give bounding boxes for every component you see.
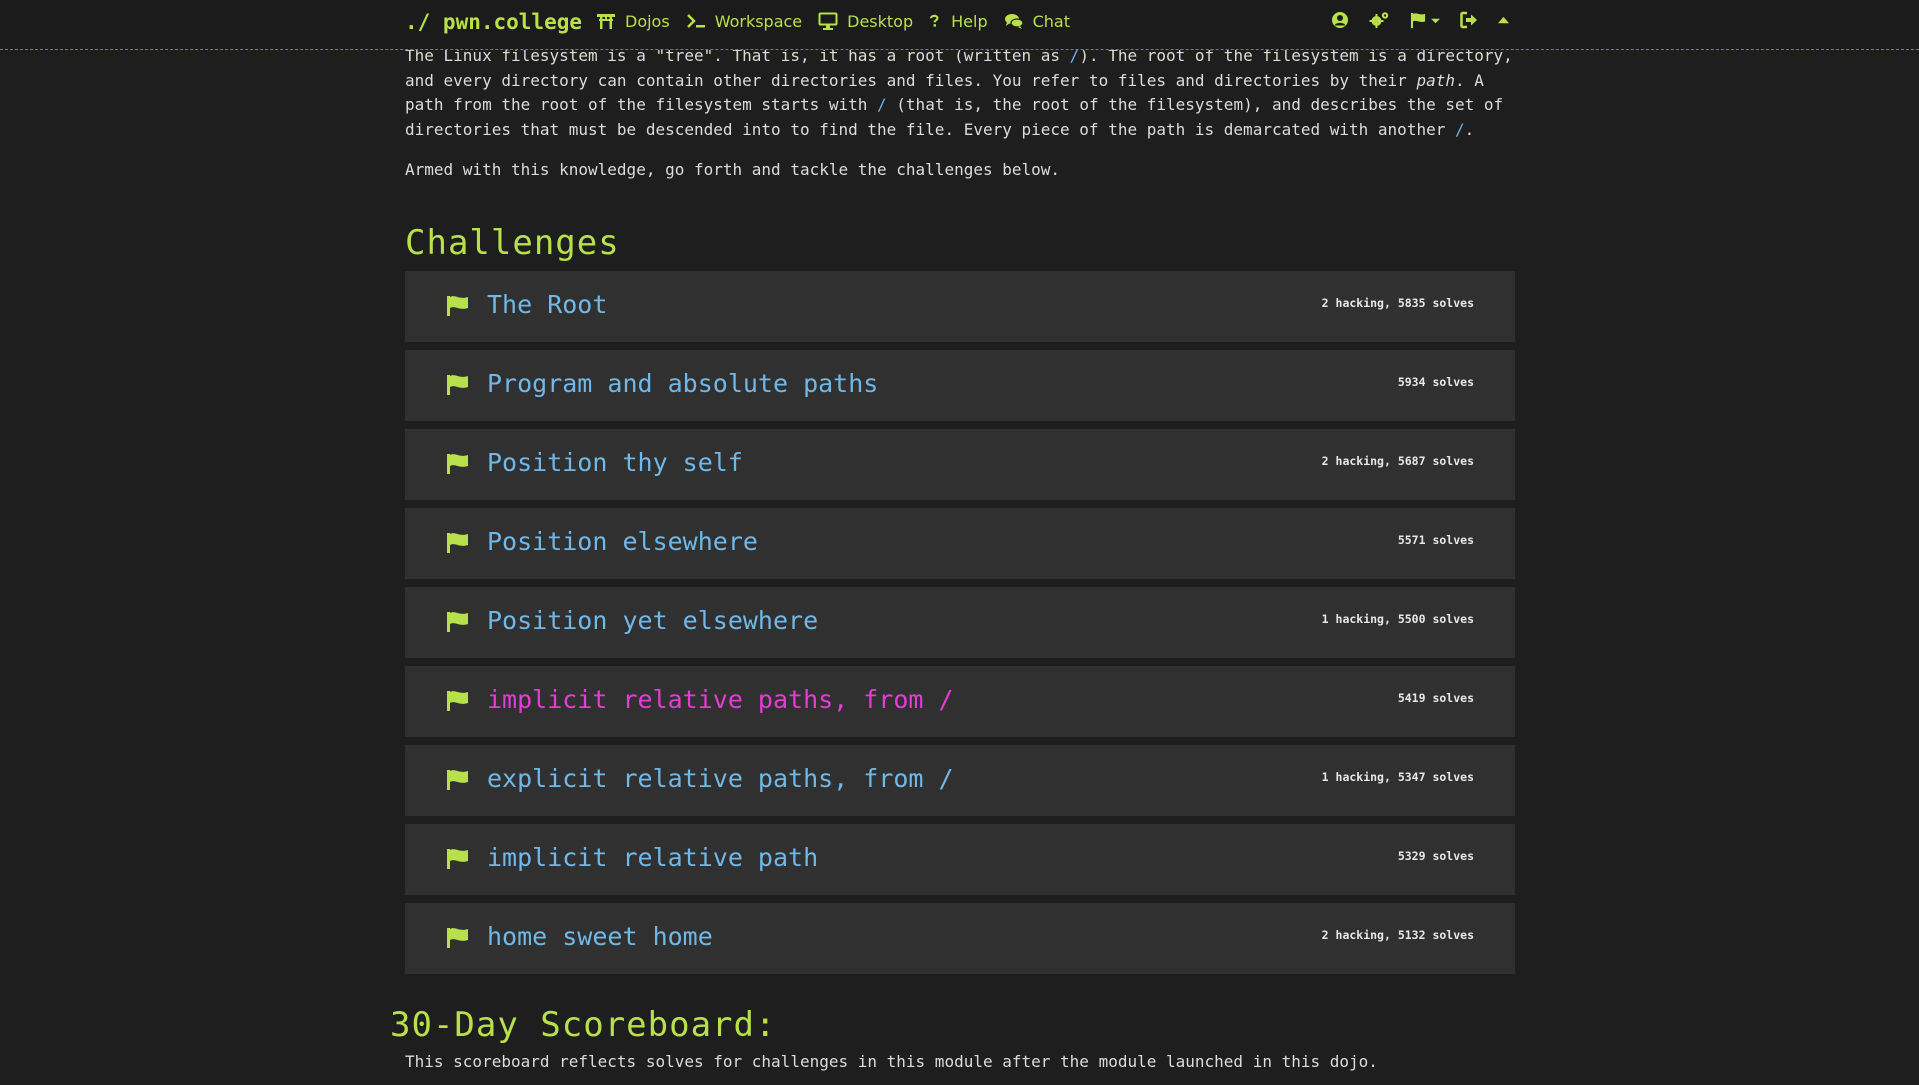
nav-chat[interactable]: Chat	[1004, 11, 1070, 31]
flag-icon	[447, 691, 468, 711]
challenge-title[interactable]: home sweet home	[487, 922, 713, 951]
challenge-row[interactable]: Program and absolute paths 5934 solves	[405, 350, 1515, 421]
challenge-title[interactable]: Position elsewhere	[487, 527, 758, 556]
nav-help-label: Help	[951, 11, 988, 31]
caret-up-icon[interactable]	[1498, 15, 1509, 26]
challenges-heading: Challenges	[405, 223, 620, 263]
challenge-stats: 2 hacking, 5687 solves	[1321, 454, 1474, 468]
question-icon	[930, 14, 939, 27]
flag-dropdown-icon	[1410, 12, 1426, 28]
flag-dropdown[interactable]	[1410, 12, 1440, 29]
challenge-stats: 1 hacking, 5500 solves	[1321, 612, 1474, 626]
challenge-row[interactable]: home sweet home 2 hacking, 5132 solves	[405, 903, 1515, 974]
desktop-icon	[818, 12, 838, 30]
nav-links: Dojos Workspace Desktop Help Chat	[596, 11, 1086, 31]
settings-icon[interactable]	[1369, 11, 1390, 29]
scoreboard-heading: 30-Day Scoreboard:	[390, 1005, 777, 1045]
challenge-title[interactable]: Position thy self	[487, 448, 743, 477]
intro-code-slash: /	[877, 95, 887, 115]
challenge-title[interactable]: explicit relative paths, from /	[487, 764, 954, 793]
scoreboard-description: This scoreboard reflects solves for chal…	[405, 1052, 1378, 1071]
challenge-title[interactable]: implicit relative path	[487, 843, 818, 872]
logout-icon[interactable]	[1460, 11, 1478, 29]
challenge-row[interactable]: implicit relative path 5329 solves	[405, 824, 1515, 895]
flag-icon	[447, 296, 468, 316]
nav-dojos-label: Dojos	[625, 11, 670, 31]
user-circle-icon[interactable]	[1331, 11, 1349, 29]
nav-right-icons	[1331, 11, 1529, 29]
challenge-title[interactable]: Position yet elsewhere	[487, 606, 818, 635]
intro-code-slash-2: /	[1454, 119, 1465, 139]
challenge-row[interactable]: The Root 2 hacking, 5835 solves	[405, 271, 1515, 342]
challenge-stats: 2 hacking, 5835 solves	[1321, 296, 1474, 310]
challenge-row[interactable]: Position yet elsewhere 1 hacking, 5500 so…	[405, 587, 1515, 658]
intro-paragraph-1: The Linux filesystem is a "tree". That i…	[405, 44, 1515, 142]
challenge-stats: 2 hacking, 5132 solves	[1321, 928, 1474, 942]
flag-icon	[447, 770, 468, 790]
caret-down-icon	[1431, 18, 1440, 23]
challenge-list: The Root 2 hacking, 5835 solves Program an…	[405, 271, 1515, 982]
terminal-icon	[686, 14, 705, 28]
challenge-stats: 5419 solves	[1397, 691, 1474, 705]
main-content: The Linux filesystem is a "tree". That i…	[405, 44, 1515, 974]
torii-gate-icon	[597, 14, 615, 29]
nav-dojos[interactable]: Dojos	[596, 11, 670, 31]
challenge-title[interactable]: Program and absolute paths	[487, 369, 878, 398]
flag-icon	[447, 612, 468, 632]
intro-paragraph-2: Armed with this knowledge, go forth and …	[405, 160, 1061, 180]
brand-logo-link[interactable]: ./ pwn.college	[405, 10, 582, 34]
challenge-stats: 5571 solves	[1397, 533, 1474, 547]
module-description: The Linux filesystem is a "tree". That i…	[405, 44, 1515, 183]
challenge-stats: 5329 solves	[1397, 849, 1474, 863]
flag-icon	[447, 928, 468, 948]
challenge-row[interactable]: Position elsewhere 5571 solves	[405, 508, 1515, 579]
challenge-title[interactable]: implicit relative paths, from /	[487, 685, 954, 714]
flag-icon	[447, 454, 468, 474]
flag-icon	[447, 849, 468, 869]
challenge-row[interactable]: implicit relative paths, from / 5419 solv…	[405, 666, 1515, 737]
challenge-row[interactable]: explicit relative paths, from / 1 hacking…	[405, 745, 1515, 816]
nav-help[interactable]: Help	[929, 11, 988, 31]
nav-chat-label: Chat	[1032, 11, 1070, 31]
comments-icon	[1004, 14, 1024, 29]
challenge-stats: 5934 solves	[1397, 375, 1474, 389]
intro-text-e: .	[1464, 119, 1475, 139]
challenge-row[interactable]: Position thy self 2 hacking, 5687 solves	[405, 429, 1515, 500]
nav-desktop-label: Desktop	[847, 11, 914, 31]
challenge-stats: 1 hacking, 5347 solves	[1321, 770, 1474, 784]
challenge-title[interactable]: The Root	[487, 290, 607, 319]
nav-workspace-label: Workspace	[714, 11, 803, 31]
top-navbar: ./ pwn.college Dojos Workspace Desktop H…	[0, 0, 1919, 50]
nav-desktop[interactable]: Desktop	[818, 11, 913, 31]
intro-emphasis-path: path	[1416, 70, 1455, 90]
flag-icon	[447, 533, 468, 553]
flag-icon	[447, 375, 468, 395]
nav-workspace[interactable]: Workspace	[686, 11, 802, 31]
